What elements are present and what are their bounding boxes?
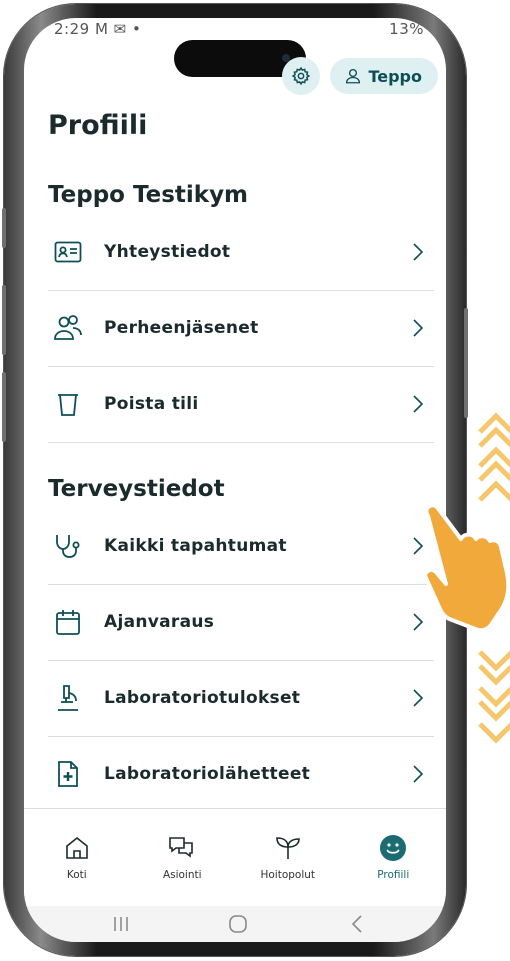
menu-item-poista-tili[interactable]: Poista tili bbox=[48, 366, 434, 443]
menu-item-yhteystiedot[interactable]: Yhteystiedot bbox=[48, 214, 434, 291]
header-actions: Teppo bbox=[282, 57, 438, 95]
contact-card-icon bbox=[52, 236, 84, 268]
nav-item-koti[interactable]: Koti bbox=[24, 809, 130, 907]
nav-label: Hoitopolut bbox=[260, 869, 316, 881]
recent-apps-icon[interactable] bbox=[112, 915, 130, 933]
menu-item-label: Laboratoriolähetteet bbox=[104, 764, 311, 784]
nav-label: Asiointi bbox=[162, 869, 202, 881]
phone-screen: 2:29 M ✉ • 13% Teppo Profiili Teppo Test… bbox=[24, 18, 446, 942]
chevron-right-icon bbox=[413, 395, 424, 413]
swipe-down-chevrons-icon bbox=[478, 650, 510, 744]
menu-item-label: Laboratoriotulokset bbox=[104, 688, 301, 708]
medical-document-icon bbox=[52, 758, 84, 790]
home-system-icon[interactable] bbox=[228, 914, 248, 934]
menu-item-laboratoriotulokset[interactable]: Laboratoriotulokset bbox=[48, 660, 434, 737]
phone-volume-up-button bbox=[2, 285, 6, 355]
settings-button[interactable] bbox=[282, 57, 321, 95]
smiley-profile-icon bbox=[376, 831, 410, 865]
status-bar-battery: 13% bbox=[389, 20, 424, 38]
nav-item-profiili[interactable]: Profiili bbox=[341, 809, 447, 907]
status-bar-left: 2:29 M ✉ • bbox=[54, 20, 142, 38]
user-icon bbox=[346, 68, 361, 84]
menu-item-label: Kaikki tapahtumat bbox=[104, 536, 287, 556]
section-title-profile: Teppo Testikym bbox=[48, 182, 249, 208]
phone-power-button bbox=[464, 308, 468, 418]
chevron-right-icon bbox=[413, 689, 424, 707]
nav-item-asiointi[interactable]: Asiointi bbox=[130, 809, 236, 907]
menu-item-perheenjasenet[interactable]: Perheenjäsenet bbox=[48, 290, 434, 367]
pointing-hand-icon bbox=[423, 503, 510, 633]
gear-icon bbox=[292, 66, 311, 86]
page-title: Profiili bbox=[48, 110, 148, 141]
menu-item-label: Ajanvaraus bbox=[104, 612, 215, 632]
menu-item-ajanvaraus[interactable]: Ajanvaraus bbox=[48, 584, 434, 661]
menu-item-kaikki-tapahtumat[interactable]: Kaikki tapahtumat bbox=[48, 508, 434, 585]
chevron-right-icon bbox=[413, 319, 424, 337]
chat-icon bbox=[165, 831, 199, 865]
back-icon[interactable] bbox=[350, 914, 364, 934]
chevron-right-icon bbox=[413, 765, 424, 783]
trash-icon bbox=[52, 388, 84, 420]
menu-item-label: Poista tili bbox=[104, 394, 199, 414]
phone-side-button bbox=[2, 208, 6, 248]
family-members-icon bbox=[52, 312, 84, 344]
user-profile-label: Teppo bbox=[368, 66, 422, 86]
phone-volume-down-button bbox=[2, 372, 6, 442]
user-profile-button[interactable]: Teppo bbox=[330, 58, 438, 94]
menu-item-label: Yhteystiedot bbox=[104, 242, 231, 262]
nav-item-hoitopolut[interactable]: Hoitopolut bbox=[235, 809, 341, 907]
nav-label: Koti bbox=[66, 869, 87, 881]
sprout-icon bbox=[271, 831, 305, 865]
microscope-icon bbox=[52, 682, 84, 714]
nav-label: Profiili bbox=[377, 869, 410, 881]
system-navigation-bar bbox=[24, 906, 446, 942]
menu-item-laboratoriolahetteet[interactable]: Laboratoriolähetteet bbox=[48, 736, 434, 813]
menu-item-label: Perheenjäsenet bbox=[104, 318, 259, 338]
home-icon bbox=[60, 831, 94, 865]
bottom-navigation: Koti Asiointi Hoitopolut Profiili bbox=[24, 808, 446, 907]
stethoscope-icon bbox=[52, 530, 84, 562]
chevron-right-icon bbox=[413, 243, 424, 261]
section-title-health: Terveystiedot bbox=[48, 476, 225, 502]
swipe-up-chevrons-icon bbox=[478, 412, 510, 502]
calendar-icon bbox=[52, 606, 84, 638]
